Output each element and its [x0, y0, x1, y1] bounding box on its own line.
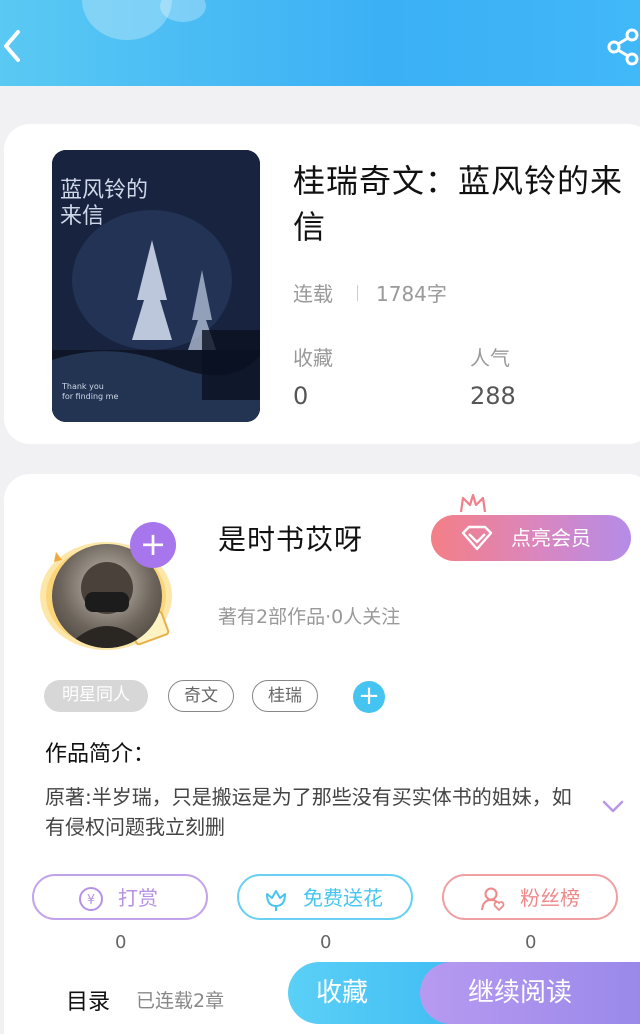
- book-status: 连载: [293, 282, 333, 306]
- tip-count: 0: [115, 932, 127, 953]
- flower-icon: [266, 890, 286, 911]
- collect-label: 收藏: [316, 978, 369, 1008]
- author-works-info: 著有2部作品·0人关注: [218, 606, 401, 628]
- follow-plus-button[interactable]: +: [130, 522, 176, 568]
- flower-count: 0: [320, 932, 332, 953]
- fan-ranking-label: 粉丝榜: [520, 886, 580, 910]
- chapter-count: 已连载2章: [136, 990, 225, 1012]
- vip-button[interactable]: 点亮会员: [431, 515, 631, 561]
- tip-button[interactable]: ¥ 打赏: [32, 874, 208, 920]
- decor-bubble: [82, 0, 172, 40]
- share-icon[interactable]: [606, 28, 640, 66]
- fan-ranking-button[interactable]: 粉丝榜: [442, 874, 618, 920]
- tag-item[interactable]: 桂瑞: [252, 680, 318, 712]
- send-flower-label: 免费送花: [303, 886, 383, 910]
- yen-coin-icon: ¥: [79, 887, 103, 911]
- toc-button[interactable]: 目录: [66, 984, 110, 1016]
- cover-subtitle-line: for finding me: [62, 392, 119, 401]
- back-arrow-icon[interactable]: [0, 26, 30, 66]
- send-flower-button[interactable]: 免费送花: [237, 874, 413, 920]
- continue-reading-label: 继续阅读: [468, 978, 573, 1008]
- cover-subtitle: Thank you for finding me: [62, 382, 118, 402]
- book-cover[interactable]: 蓝风铃的来信 Thank you for finding me: [52, 150, 260, 422]
- crown-icon: [459, 493, 487, 513]
- continue-reading-button[interactable]: 继续阅读: [420, 962, 640, 1024]
- diamond-icon: [461, 525, 493, 551]
- tag-item[interactable]: 奇文: [168, 680, 234, 712]
- fan-count: 0: [525, 932, 537, 953]
- cover-title-text: 蓝风铃的来信: [60, 178, 149, 229]
- author-name[interactable]: 是时书苡呀: [218, 518, 363, 558]
- top-bar: [0, 0, 640, 86]
- word-count: 1784字: [376, 282, 447, 306]
- meta-divider: [357, 284, 358, 301]
- book-meta: 连载 1784字: [293, 278, 447, 307]
- intro-text: 原著:半岁瑞，只是搬运是为了那些没有买实体书的姐妹，如有侵权问题我立刻删: [45, 785, 572, 839]
- popularity-value: 288: [470, 382, 516, 410]
- tip-label: 打赏: [118, 886, 158, 910]
- favorites-value: 0: [293, 382, 309, 410]
- vip-label: 点亮会员: [511, 526, 591, 550]
- favorites-label: 收藏: [293, 346, 333, 370]
- tag-item[interactable]: 明星同人: [44, 680, 148, 712]
- intro-heading: 作品简介：: [45, 742, 156, 767]
- cover-subtitle-line: Thank you: [62, 382, 104, 391]
- book-title: 桂瑞奇文：蓝风铃的来信: [293, 162, 624, 246]
- svg-text:¥: ¥: [87, 893, 95, 908]
- decor-bubble: [160, 0, 206, 22]
- chevron-down-icon[interactable]: [602, 800, 624, 814]
- user-heart-icon: [481, 887, 505, 912]
- popularity-label: 人气: [470, 346, 510, 370]
- add-tag-button[interactable]: +: [353, 681, 385, 713]
